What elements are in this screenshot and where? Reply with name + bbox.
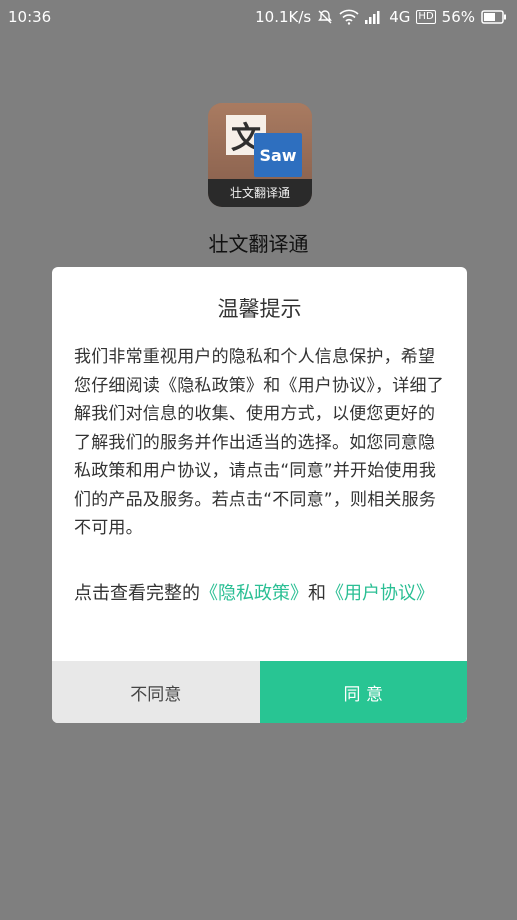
hd-badge: HD (416, 10, 436, 24)
status-indicators: 10.1K/s 4G HD 56% (255, 8, 507, 26)
status-bar: 10:36 10.1K/s 4G HD 56% (0, 0, 517, 36)
battery-percent: 56% (441, 8, 475, 26)
app-icon: 文 Saw 壮文翻译通 (208, 103, 312, 207)
network-speed: 10.1K/s (255, 8, 312, 26)
signal-icon (365, 10, 383, 24)
battery-icon (481, 10, 507, 24)
privacy-dialog: 温馨提示 我们非常重视用户的隐私和个人信息保护，希望您仔细阅读《隐私政策》和《用… (52, 267, 467, 723)
user-agreement-link[interactable]: 《用户协议》 (326, 583, 434, 604)
network-type: 4G (389, 8, 411, 26)
disagree-button[interactable]: 不同意 (52, 661, 260, 723)
dialog-links: 点击查看完整的《隐私政策》和《用户协议》 (74, 579, 448, 609)
links-and: 和 (308, 583, 326, 604)
status-time: 10:36 (8, 8, 52, 26)
mute-bell-icon (317, 9, 333, 25)
agree-button[interactable]: 同 意 (259, 661, 467, 723)
links-prefix: 点击查看完整的 (74, 583, 200, 604)
dialog-title: 温馨提示 (217, 297, 302, 321)
wifi-icon (339, 9, 359, 25)
app-name: 壮文翻译通 (208, 232, 309, 256)
dialog-body: 我们非常重视用户的隐私和个人信息保护，希望您仔细阅读《隐私政策》和《用户协议》，… (74, 347, 444, 538)
app-icon-saw-glyph: Saw (254, 133, 302, 177)
dialog-buttons: 不同意 同 意 (52, 661, 467, 723)
privacy-policy-link[interactable]: 《隐私政策》 (200, 583, 308, 604)
app-icon-label: 壮文翻译通 (208, 179, 312, 207)
